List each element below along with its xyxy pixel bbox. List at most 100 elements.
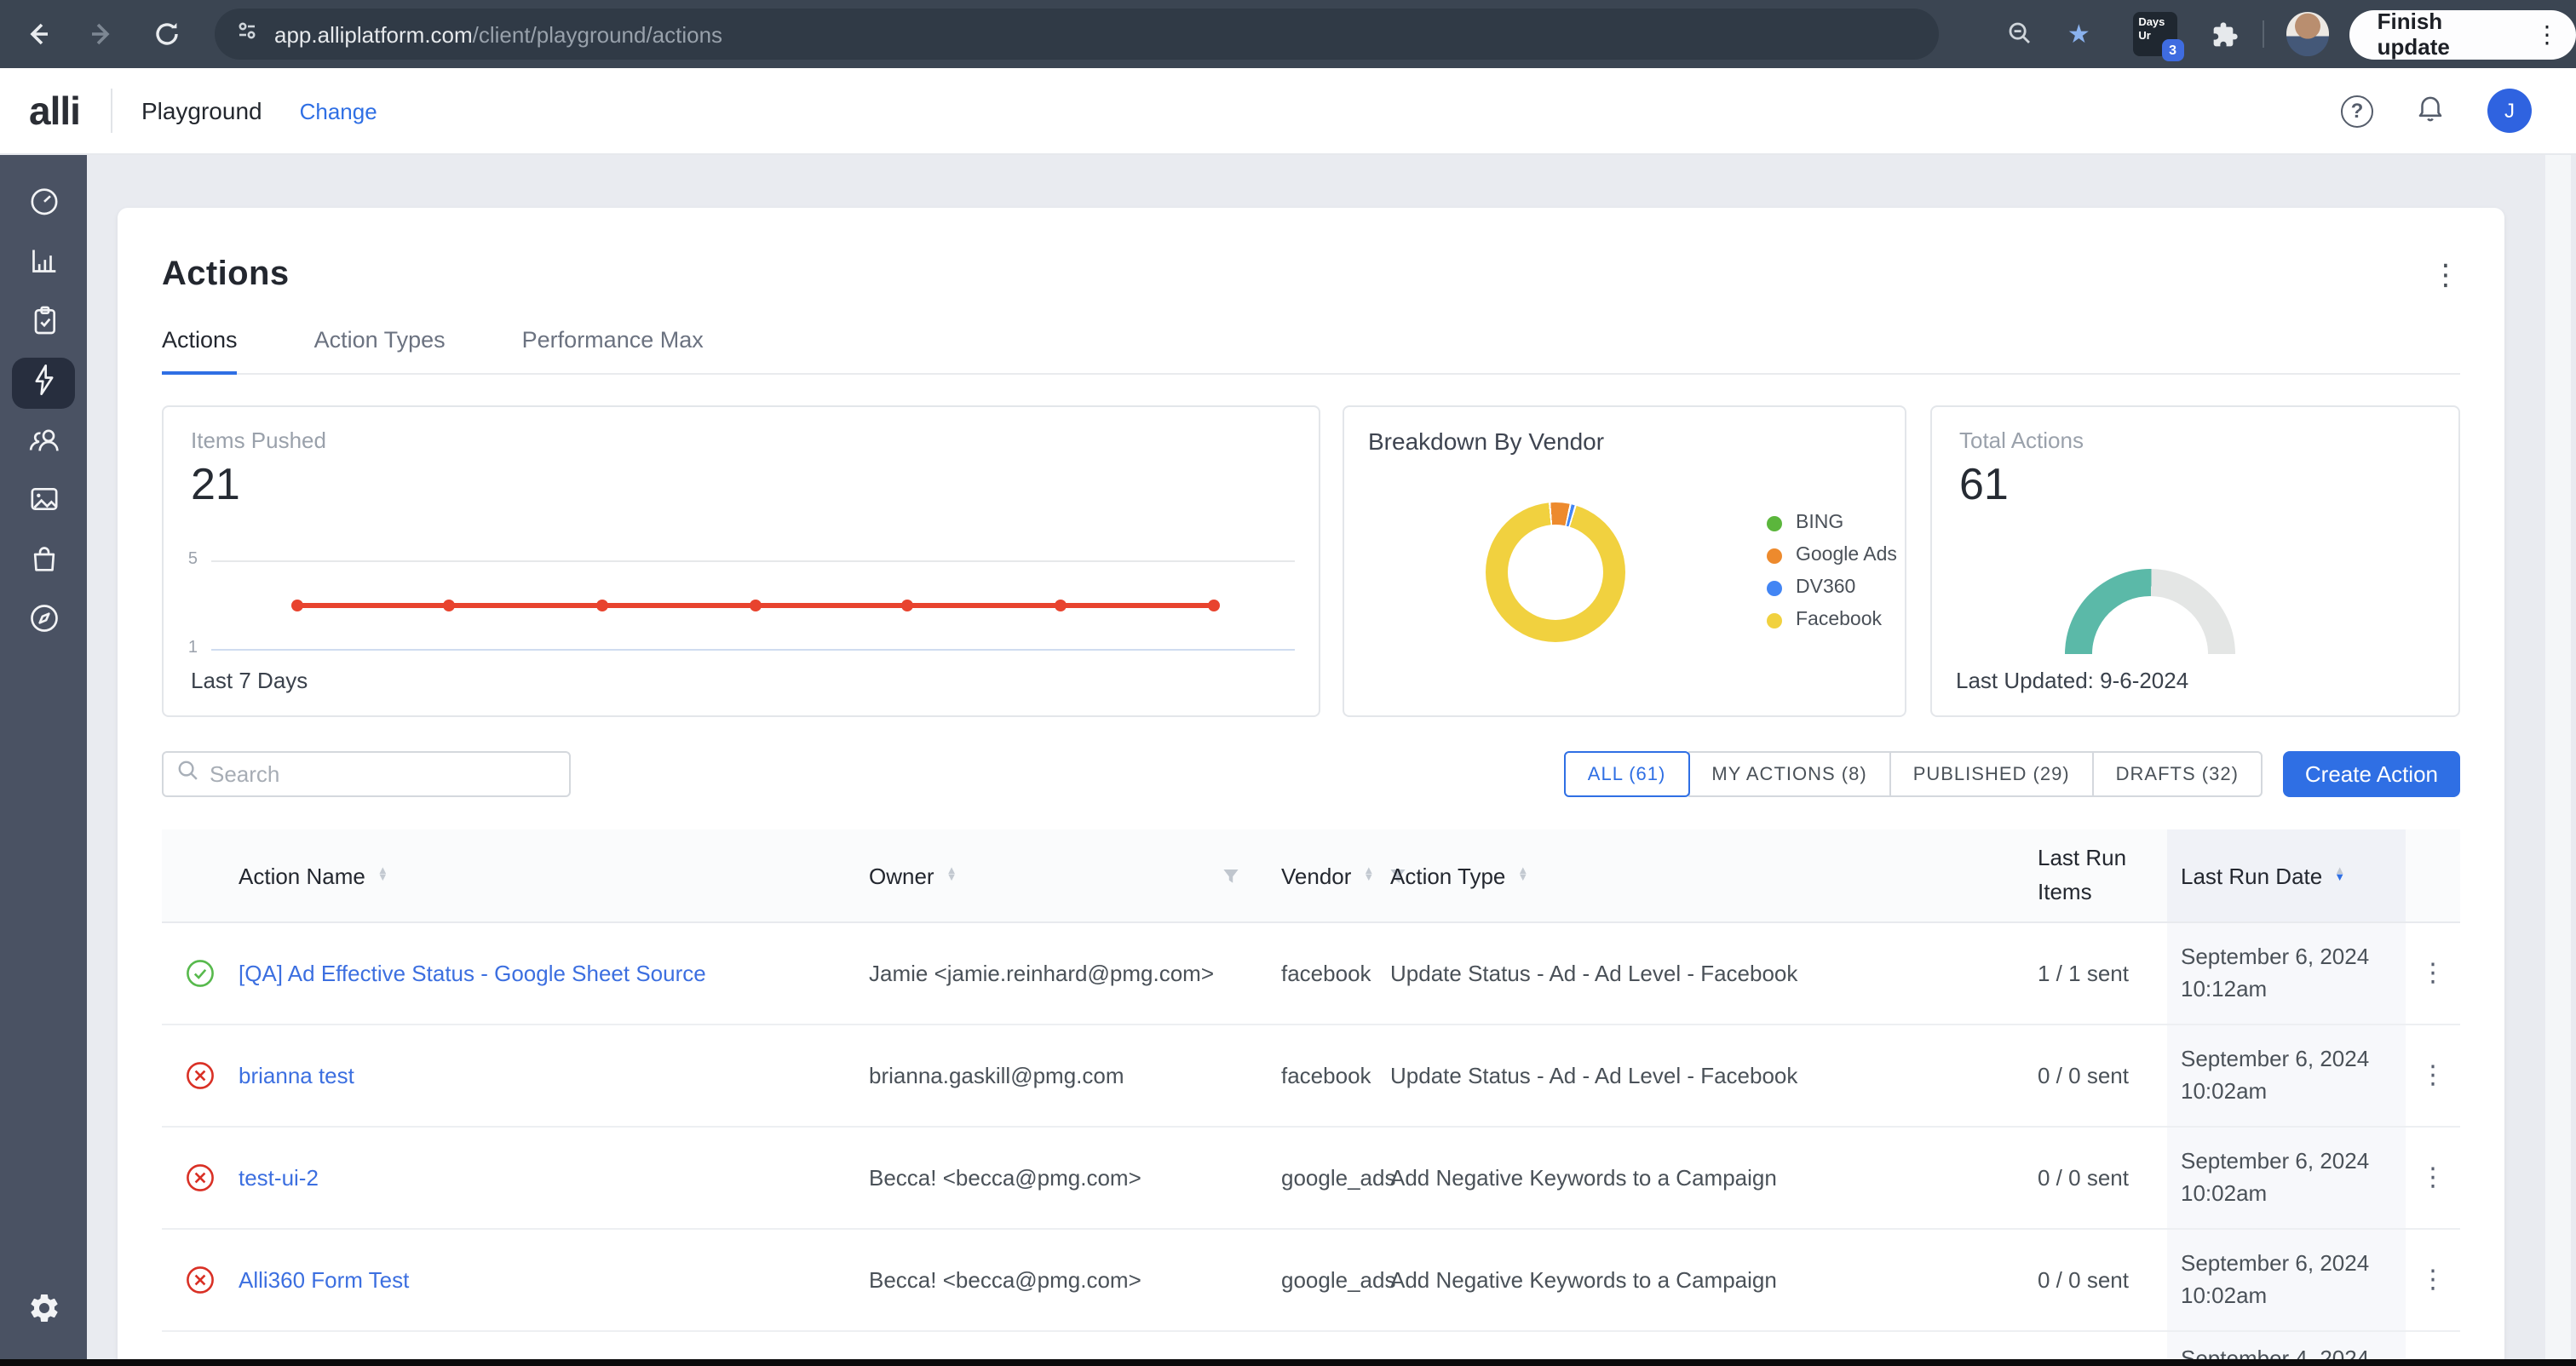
sidebar bbox=[0, 155, 87, 1366]
last-run-date-cell: September 6, 202410:02am bbox=[2181, 1248, 2369, 1311]
legend-dot-bing bbox=[1767, 515, 1782, 531]
last-run-date-header[interactable]: Last Run Date ▲▼ bbox=[2167, 829, 2406, 921]
row-menu-column-header bbox=[2406, 829, 2460, 921]
reload-icon[interactable] bbox=[153, 20, 181, 48]
sort-icon-active[interactable]: ▲▼ bbox=[2334, 870, 2345, 881]
filter-all[interactable]: ALL (61) bbox=[1564, 751, 1690, 797]
sidebar-item-dashboard[interactable] bbox=[12, 179, 75, 230]
legend-item: Google Ads bbox=[1767, 545, 1897, 565]
sidebar-item-actions[interactable] bbox=[12, 358, 75, 409]
zoom-out-icon[interactable] bbox=[2007, 20, 2034, 48]
page-scrollbar[interactable] bbox=[2545, 155, 2571, 1366]
shopping-bag-icon bbox=[26, 541, 60, 583]
action-name-link[interactable]: test-ui-2 bbox=[239, 1165, 319, 1191]
filter-drafts[interactable]: DRAFTS (32) bbox=[2092, 751, 2263, 797]
last-run-date-cell: September 6, 202410:02am bbox=[2181, 1145, 2369, 1209]
search-input-wrapper bbox=[162, 751, 571, 797]
chrome-menu-icon[interactable]: ⋮ bbox=[2535, 22, 2559, 46]
legend-dot-facebook bbox=[1767, 612, 1782, 628]
vendor-cell: google_ads bbox=[1240, 1128, 1390, 1228]
total-actions-card: Total Actions 61 Last Updated: 9-6-2024 bbox=[1930, 405, 2460, 717]
vendor-legend: BING Google Ads DV360 Facebook bbox=[1767, 513, 1897, 630]
screen: app.alliplatform.com/client/playground/a… bbox=[0, 0, 2576, 1366]
browser-profile-avatar[interactable] bbox=[2286, 12, 2330, 56]
total-actions-gauge-chart bbox=[2065, 569, 2235, 654]
action-type-header[interactable]: Action Type ▲▼ bbox=[1390, 829, 2017, 921]
table-toolbar: ALL (61) MY ACTIONS (8) PUBLISHED (29) D… bbox=[162, 751, 2460, 797]
tab-action-types[interactable]: Action Types bbox=[314, 327, 446, 373]
table-header: Action Name ▲▼ Owner ▲▼ Vendor ▲▼ Action… bbox=[162, 829, 2460, 923]
forward-icon[interactable] bbox=[89, 20, 116, 48]
table-row: test-ui-2 Becca! <becca@pmg.com> google_… bbox=[162, 1128, 2460, 1230]
extensions-puzzle-icon[interactable] bbox=[2211, 20, 2239, 48]
action-name-link[interactable]: [QA] Ad Effective Status - Google Sheet … bbox=[239, 961, 706, 986]
vendor-cell: google_ads bbox=[1240, 1230, 1390, 1330]
action-type-cell: Update Status - Ad - Ad Level - Facebook bbox=[1390, 1025, 2017, 1126]
owner-cell: Becca! <becca@pmg.com> bbox=[869, 1128, 1240, 1228]
search-icon bbox=[177, 759, 199, 789]
actions-card: Actions ⋮ Actions Action Types Performan… bbox=[118, 208, 2504, 1366]
legend-item: DV360 bbox=[1767, 577, 1897, 598]
sort-icon[interactable]: ▲▼ bbox=[1363, 870, 1374, 881]
vendor-cell: facebook bbox=[1240, 1025, 1390, 1126]
sidebar-item-creative[interactable] bbox=[12, 477, 75, 528]
notifications-bell-icon[interactable] bbox=[2414, 89, 2447, 132]
user-avatar[interactable]: J bbox=[2487, 89, 2532, 133]
last-run-date-cell: September 6, 202410:02am bbox=[2181, 1043, 2369, 1107]
row-menu-kebab-icon[interactable]: ⋮ bbox=[2420, 961, 2446, 986]
url-text: app.alliplatform.com/client/playground/a… bbox=[274, 21, 722, 47]
table-row: Alli360 Form Test Becca! <becca@pmg.com>… bbox=[162, 1230, 2460, 1332]
row-menu-kebab-icon[interactable]: ⋮ bbox=[2420, 1267, 2446, 1293]
row-menu-kebab-icon[interactable]: ⋮ bbox=[2420, 1063, 2446, 1088]
status-icon-cell bbox=[162, 1025, 239, 1126]
settings-gear-icon bbox=[26, 1290, 60, 1333]
sort-icon[interactable]: ▲▼ bbox=[377, 870, 388, 881]
action-type-cell: Add Negative Keywords to a Campaign bbox=[1390, 1128, 2017, 1228]
filter-group: ALL (61) MY ACTIONS (8) PUBLISHED (29) D… bbox=[1564, 751, 2263, 797]
sidebar-item-tasks[interactable] bbox=[12, 298, 75, 349]
finish-update-button[interactable]: Finish update ⋮ bbox=[2350, 9, 2576, 59]
tab-bar: Actions Action Types Performance Max bbox=[162, 327, 2460, 375]
help-icon[interactable]: ? bbox=[2341, 95, 2373, 127]
action-name-link[interactable]: brianna test bbox=[239, 1063, 354, 1088]
tab-performance-max[interactable]: Performance Max bbox=[522, 327, 704, 373]
bar-chart-icon bbox=[26, 243, 60, 285]
sidebar-item-shopping[interactable] bbox=[12, 537, 75, 588]
search-input[interactable] bbox=[210, 761, 555, 787]
legend-item: Facebook bbox=[1767, 610, 1897, 630]
create-action-button[interactable]: Create Action bbox=[2283, 751, 2460, 797]
site-info-icon[interactable] bbox=[235, 18, 259, 50]
page-menu-kebab-icon[interactable]: ⋮ bbox=[2431, 260, 2460, 289]
sidebar-item-settings[interactable] bbox=[12, 1286, 75, 1337]
owner-cell: Jamie <jamie.reinhard@pmg.com> bbox=[869, 923, 1240, 1024]
filter-my-actions[interactable]: MY ACTIONS (8) bbox=[1688, 751, 1890, 797]
action-name-header[interactable]: Action Name ▲▼ bbox=[239, 829, 869, 921]
owner-header[interactable]: Owner ▲▼ bbox=[869, 829, 1240, 921]
dashboard-gauge-icon bbox=[26, 183, 60, 226]
sort-icon[interactable]: ▲▼ bbox=[946, 870, 957, 881]
sort-icon[interactable]: ▲▼ bbox=[1517, 870, 1528, 881]
vendor-breakdown-title: Breakdown By Vendor bbox=[1368, 428, 1604, 455]
action-name-link[interactable]: Alli360 Form Test bbox=[239, 1267, 409, 1293]
vendor-header[interactable]: Vendor ▲▼ bbox=[1240, 829, 1390, 921]
bookmark-star-icon[interactable]: ★ bbox=[2065, 20, 2092, 48]
tab-actions[interactable]: Actions bbox=[162, 327, 238, 375]
donut-hole bbox=[1508, 525, 1603, 620]
legend-dot-dv360 bbox=[1767, 580, 1782, 595]
vendor-cell: facebook bbox=[1240, 923, 1390, 1024]
change-workspace-link[interactable]: Change bbox=[300, 98, 377, 123]
last-run-date-cell: September 6, 202410:12am bbox=[2181, 941, 2369, 1005]
owner-filter-icon[interactable] bbox=[1222, 866, 1240, 885]
sidebar-item-analytics[interactable] bbox=[12, 238, 75, 290]
sidebar-item-explore[interactable] bbox=[12, 596, 75, 647]
filter-published[interactable]: PUBLISHED (29) bbox=[1889, 751, 2094, 797]
people-icon bbox=[26, 422, 60, 464]
screen-bottom-bar bbox=[0, 1359, 2576, 1366]
lightning-bolt-icon bbox=[26, 362, 60, 405]
days-until-extension-icon[interactable]: DaysUr 3 bbox=[2133, 12, 2176, 56]
chrome-divider bbox=[2263, 20, 2264, 48]
row-menu-kebab-icon[interactable]: ⋮ bbox=[2420, 1165, 2446, 1191]
url-bar[interactable]: app.alliplatform.com/client/playground/a… bbox=[215, 9, 1939, 60]
back-icon[interactable] bbox=[24, 20, 51, 48]
sidebar-item-audience[interactable] bbox=[12, 417, 75, 468]
